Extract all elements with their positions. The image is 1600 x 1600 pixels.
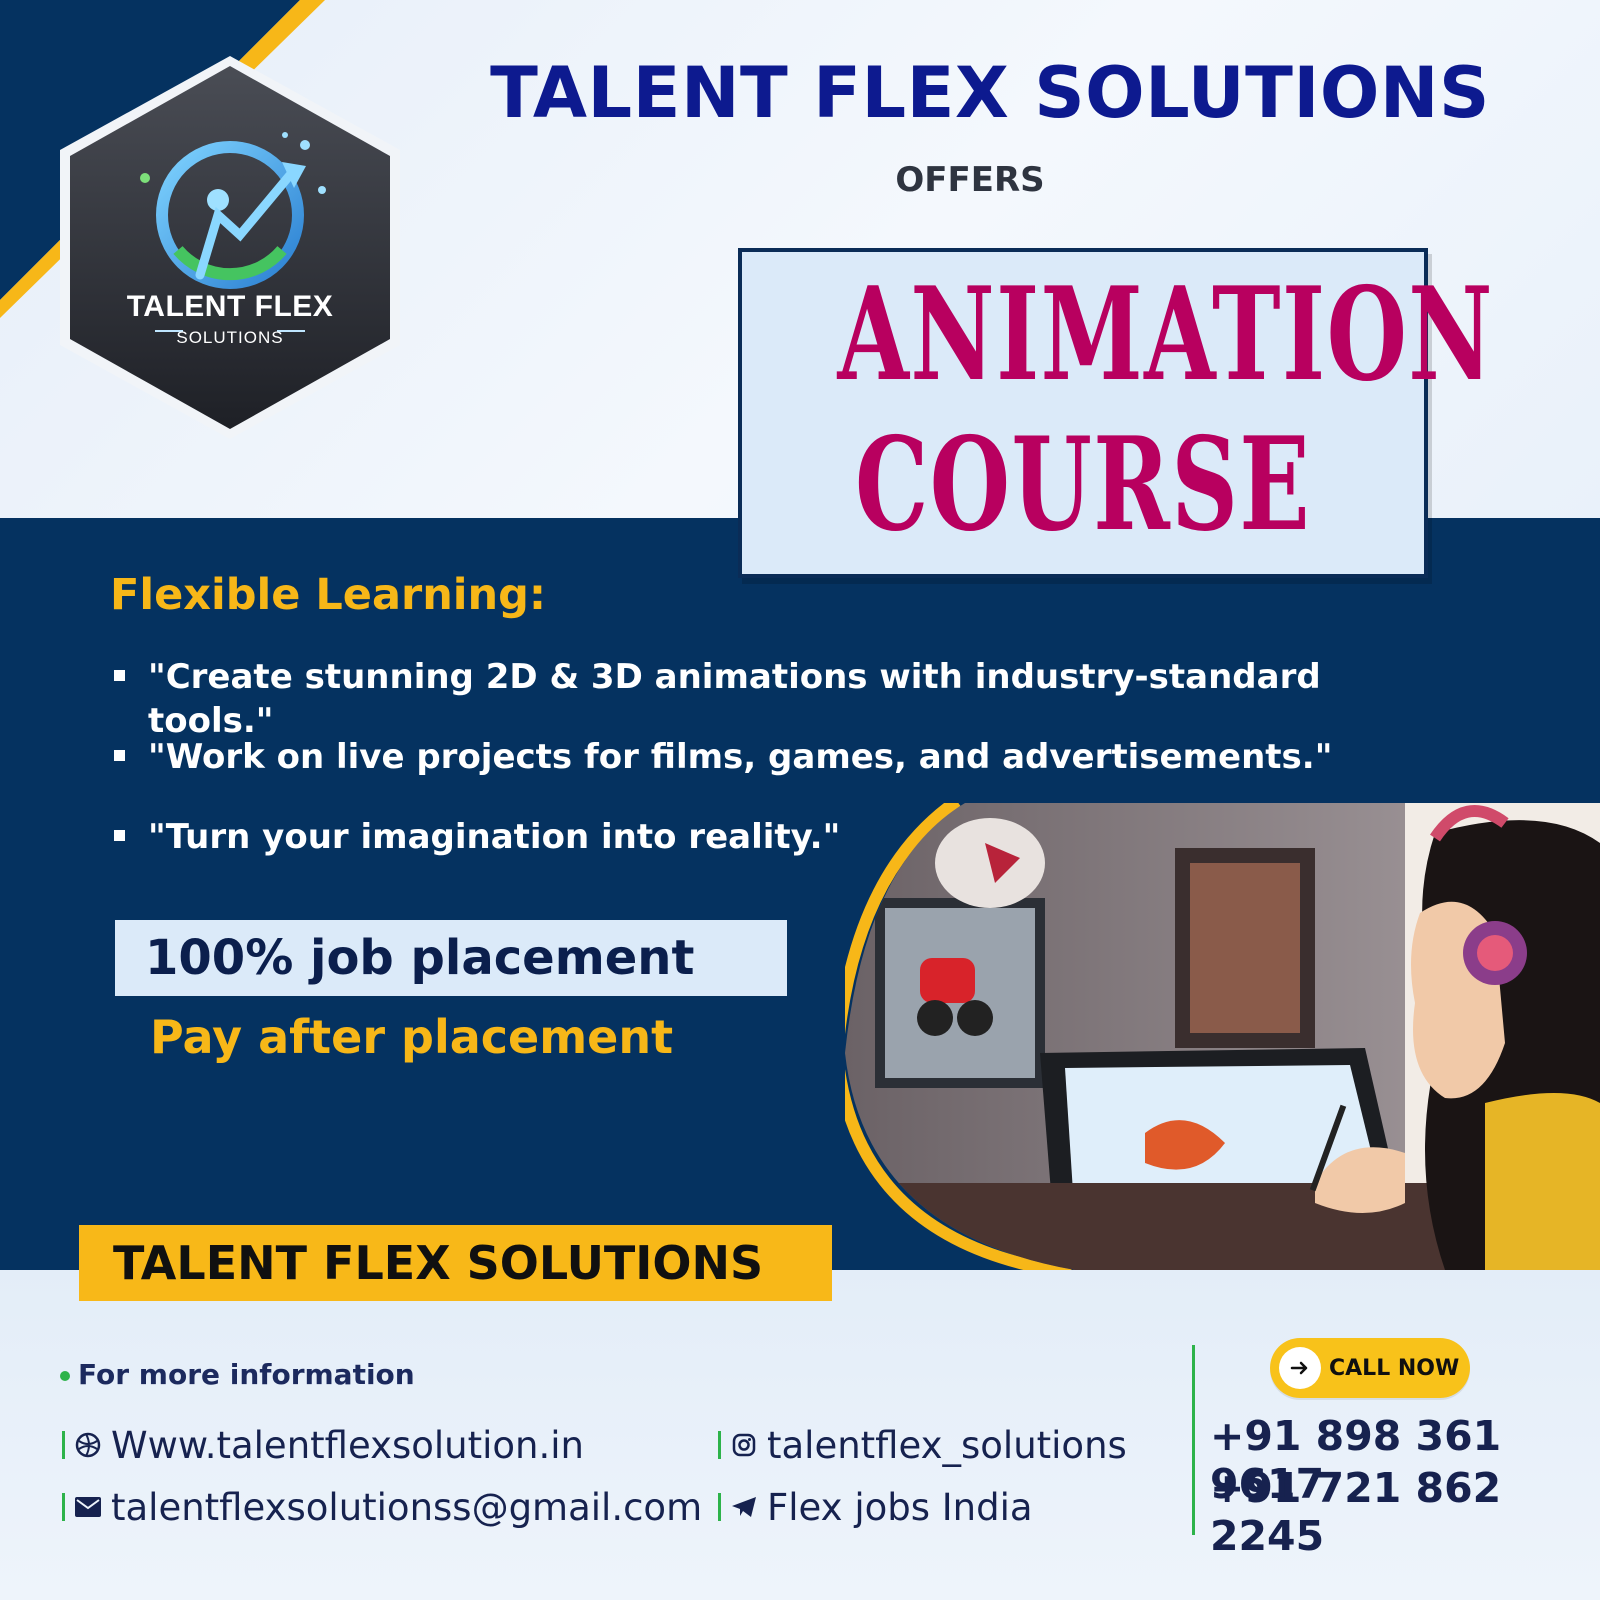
- more-info-label: For more information: [60, 1358, 415, 1391]
- contact-divider: [1192, 1345, 1195, 1535]
- bullet-square-icon: [114, 830, 125, 841]
- pay-after-placement: Pay after placement: [150, 1010, 674, 1064]
- bullet-square-icon: [114, 750, 125, 761]
- logo-title: TALENT FLEX: [126, 290, 334, 323]
- brand-title: TALENT FLEX SOLUTIONS: [490, 52, 1490, 134]
- divider-bar: [718, 1493, 721, 1521]
- call-now-button[interactable]: CALL NOW: [1270, 1338, 1470, 1398]
- globe-icon: [73, 1430, 103, 1460]
- course-title-line2: COURSE: [854, 410, 1312, 560]
- footer-brand-banner: TALENT FLEX SOLUTIONS: [79, 1225, 832, 1301]
- bullet-square-icon: [114, 670, 125, 681]
- animator-illustration: [845, 803, 1600, 1270]
- divider-bar: [62, 1493, 65, 1521]
- call-now-label: CALL NOW: [1329, 1355, 1460, 1381]
- job-placement-text: 100% job placement: [145, 930, 695, 986]
- footer-brand-text: TALENT FLEX SOLUTIONS: [113, 1236, 764, 1290]
- logo-subtitle: SOLUTIONS: [176, 328, 284, 347]
- offers-label: OFFERS: [895, 160, 1045, 200]
- flexible-learning-heading: Flexible Learning:: [110, 570, 547, 620]
- telegram-icon: [729, 1492, 759, 1522]
- green-dot-icon: [60, 1371, 70, 1381]
- divider-bar: [62, 1431, 65, 1459]
- course-title-line1: ANIMATION: [837, 260, 1494, 410]
- arrow-right-icon: [1279, 1347, 1321, 1389]
- phone-number-2[interactable]: +91 721 862 2245: [1210, 1464, 1590, 1560]
- email-link[interactable]: talentflexsolutionss@gmail.com: [62, 1482, 702, 1532]
- job-placement-badge: 100% job placement: [115, 920, 787, 996]
- instagram-icon: [729, 1430, 759, 1460]
- mail-icon: [73, 1492, 103, 1522]
- website-link[interactable]: Www.talentflexsolution.in: [62, 1420, 584, 1470]
- instagram-link[interactable]: talentflex_solutions: [718, 1420, 1127, 1470]
- course-title-box: ANIMATION COURSE: [738, 248, 1494, 578]
- company-logo: TALENT FLEX SOLUTIONS: [50, 50, 410, 445]
- divider-bar: [718, 1431, 721, 1459]
- telegram-link[interactable]: Flex jobs India: [718, 1482, 1033, 1532]
- list-item: "Create stunning 2D & 3D animations with…: [110, 655, 1430, 741]
